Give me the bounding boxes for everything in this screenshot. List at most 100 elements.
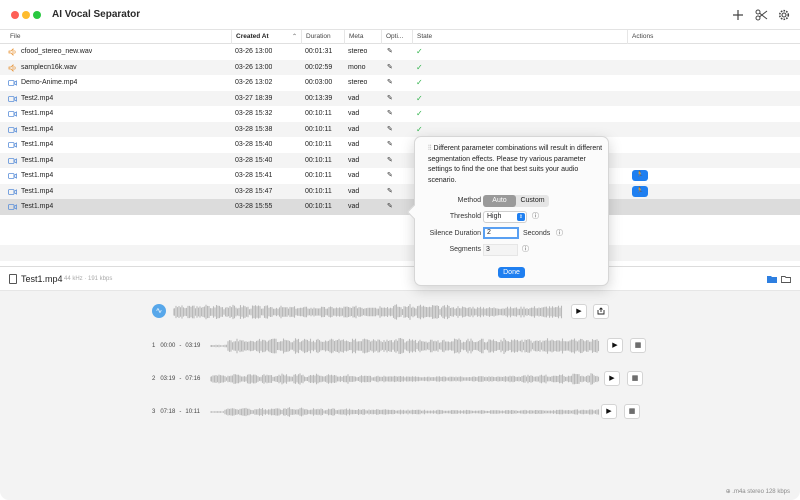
meta-cell: vad: [348, 94, 360, 102]
segment-film-button[interactable]: ▦: [624, 404, 640, 419]
segments-info-icon[interactable]: ⓘ: [522, 244, 529, 254]
segmentation-popover: ⫶⫶ Different parameter combinations will…: [406, 136, 609, 286]
meta-cell: vad: [348, 187, 360, 195]
table-row[interactable]: Test1.mp4 03-28 15:55 00:10:11 vad ✎: [0, 199, 800, 215]
duration-cell: 00:13:39: [305, 94, 333, 102]
segment-film-button[interactable]: ▦: [627, 371, 643, 386]
segment-end: 10:11: [185, 409, 200, 415]
play-button[interactable]: ▶: [571, 304, 587, 319]
table-header: File Created At ⌃ Duration Meta Opti... …: [0, 30, 800, 44]
detail-file-meta: 44 kHz · 191 kbps: [64, 276, 113, 282]
threshold-select[interactable]: High ⇕: [483, 211, 527, 223]
segment-label: 2 03:19-07:16: [152, 368, 204, 390]
table-row[interactable]: cfood_stereo_new.wav 03-26 13:00 00:01:31 s…: [0, 44, 800, 60]
folder-outline-icon[interactable]: [781, 275, 791, 283]
edit-options-pencil-icon[interactable]: ✎: [387, 91, 393, 107]
video-file-icon: [8, 204, 17, 210]
add-icon[interactable]: [729, 6, 747, 24]
segment-start: 03:19: [160, 376, 176, 382]
method-auto-option[interactable]: Auto: [483, 195, 516, 207]
column-created-at-label: Created At: [236, 33, 269, 40]
edit-options-pencil-icon[interactable]: ✎: [387, 137, 393, 153]
edit-options-pencil-icon[interactable]: ✎: [387, 75, 393, 91]
silence-info-icon[interactable]: ⓘ: [556, 228, 563, 238]
segment-end: 07:16: [185, 376, 201, 382]
segment-waveform[interactable]: [210, 336, 600, 356]
method-custom-option[interactable]: Custom: [516, 195, 549, 207]
column-actions[interactable]: Actions: [627, 30, 800, 44]
run-separation-button[interactable]: 🏃: [632, 170, 648, 181]
table-row[interactable]: Demo-Anime.mp4 03-26 13:02 00:03:00 stereo ✎…: [0, 75, 800, 91]
segment-play-button[interactable]: ▶: [607, 338, 623, 353]
gear-icon[interactable]: [775, 6, 793, 24]
table-row[interactable]: Test1.mp4 03-28 15:40 00:10:11 vad ✎: [0, 152, 800, 169]
segment-waveform[interactable]: [210, 402, 600, 422]
edit-options-pencil-icon[interactable]: ✎: [387, 184, 393, 200]
table-row[interactable]: Test1.mp4 03-28 15:41 00:10:11 vad ✎ 🏃: [0, 168, 800, 184]
method-segmented-control: Auto Custom: [483, 195, 549, 207]
silence-duration-input[interactable]: 2: [483, 227, 519, 239]
folder-filled-icon[interactable]: [767, 275, 777, 283]
edit-options-pencil-icon[interactable]: ✎: [387, 44, 393, 60]
zoom-window-button[interactable]: [33, 11, 41, 19]
file-name-cell: Test1.mp4: [21, 187, 54, 195]
table-row[interactable]: Test1.mp4 03-28 15:32 00:10:11 vad ✎ ✓: [0, 106, 800, 122]
edit-options-pencil-icon[interactable]: ✎: [387, 199, 393, 215]
column-created-at[interactable]: Created At ⌃: [231, 30, 301, 44]
segment-play-button[interactable]: ▶: [601, 404, 617, 419]
export-icon: [597, 307, 605, 315]
table-row[interactable]: Test1.mp4 03-28 15:38 00:10:11 vad ✎ ✓: [0, 121, 800, 138]
duration-cell: 00:10:11: [305, 187, 332, 195]
edit-options-pencil-icon[interactable]: ✎: [387, 122, 393, 138]
file-name-cell: Test1.mp4: [21, 125, 54, 133]
table-row[interactable]: Test1.mp4 03-28 15:40 00:10:11 vad ✎: [0, 137, 800, 153]
column-file[interactable]: File: [0, 30, 231, 44]
table-row[interactable]: samplecn16k.wav 03-26 13:00 00:02:59 mono ✎ ✓: [0, 59, 800, 76]
main-waveform[interactable]: [173, 302, 563, 322]
column-options[interactable]: Opti...: [381, 30, 412, 44]
created-at-cell: 03-26 13:00: [235, 63, 273, 71]
segment-waveform[interactable]: [210, 369, 600, 389]
edit-options-pencil-icon[interactable]: ✎: [387, 106, 393, 122]
file-name-cell: Test2.mp4: [21, 94, 54, 102]
file-name-cell: Test1.mp4: [21, 172, 54, 179]
created-at-cell: 03-28 15:40: [235, 156, 273, 164]
video-file-icon: [8, 111, 17, 117]
edit-options-pencil-icon[interactable]: ✎: [387, 153, 393, 169]
close-window-button[interactable]: [11, 11, 19, 19]
done-check-icon: ✓: [416, 124, 423, 134]
detail-panel: Test1.mp4 44 kHz · 191 kbps ∿ ▶ 1 00:00-0…: [0, 267, 800, 500]
file-name-cell: samplecn16k.wav: [21, 63, 77, 71]
export-button[interactable]: [593, 304, 609, 319]
run-separation-button[interactable]: 🏃: [632, 185, 648, 197]
edit-options-pencil-icon[interactable]: ✎: [387, 168, 393, 184]
status-bar: ⊕ .m4a stereo 128 kbps: [0, 484, 800, 500]
segment-film-button[interactable]: ▦: [630, 338, 646, 353]
column-state[interactable]: State: [412, 30, 627, 44]
file-name-cell: Test1.mp4: [21, 110, 54, 117]
threshold-info-icon[interactable]: ⓘ: [532, 211, 539, 221]
video-file-icon: [8, 142, 17, 148]
title-bar: AI Vocal Separator: [0, 0, 800, 30]
popover-description: ⫶⫶ Different parameter combinations will…: [428, 144, 604, 186]
segment-play-button[interactable]: ▶: [604, 371, 620, 386]
segment-end: 03:19: [185, 343, 201, 349]
edit-options-pencil-icon[interactable]: ✎: [387, 60, 393, 76]
done-button[interactable]: Done: [498, 267, 525, 278]
table-row[interactable]: Test2.mp4 03-27 18:39 00:13:39 vad ✎ ✓: [0, 90, 800, 107]
file-name-cell: Test1.mp4: [21, 141, 54, 148]
duration-cell: 00:10:11: [305, 125, 332, 133]
column-duration[interactable]: Duration: [301, 30, 344, 44]
segments-input[interactable]: 3: [483, 244, 518, 256]
scissors-icon[interactable]: [752, 6, 770, 24]
duration-cell: 00:10:11: [305, 203, 332, 210]
done-check-icon: ✓: [416, 62, 423, 72]
minimize-window-button[interactable]: [22, 11, 30, 19]
meta-cell: mono: [348, 63, 366, 71]
file-name-cell: Demo-Anime.mp4: [21, 79, 78, 86]
table-row[interactable]: Test1.mp4 03-28 15:47 00:10:11 vad ✎ 🏃: [0, 183, 800, 200]
app-title: AI Vocal Separator: [52, 9, 141, 20]
silence-duration-label: Silence Duration: [429, 230, 481, 237]
segment-track: 1 00:00-03:19 ▶ ▦: [0, 335, 800, 357]
column-meta[interactable]: Meta: [344, 30, 381, 44]
